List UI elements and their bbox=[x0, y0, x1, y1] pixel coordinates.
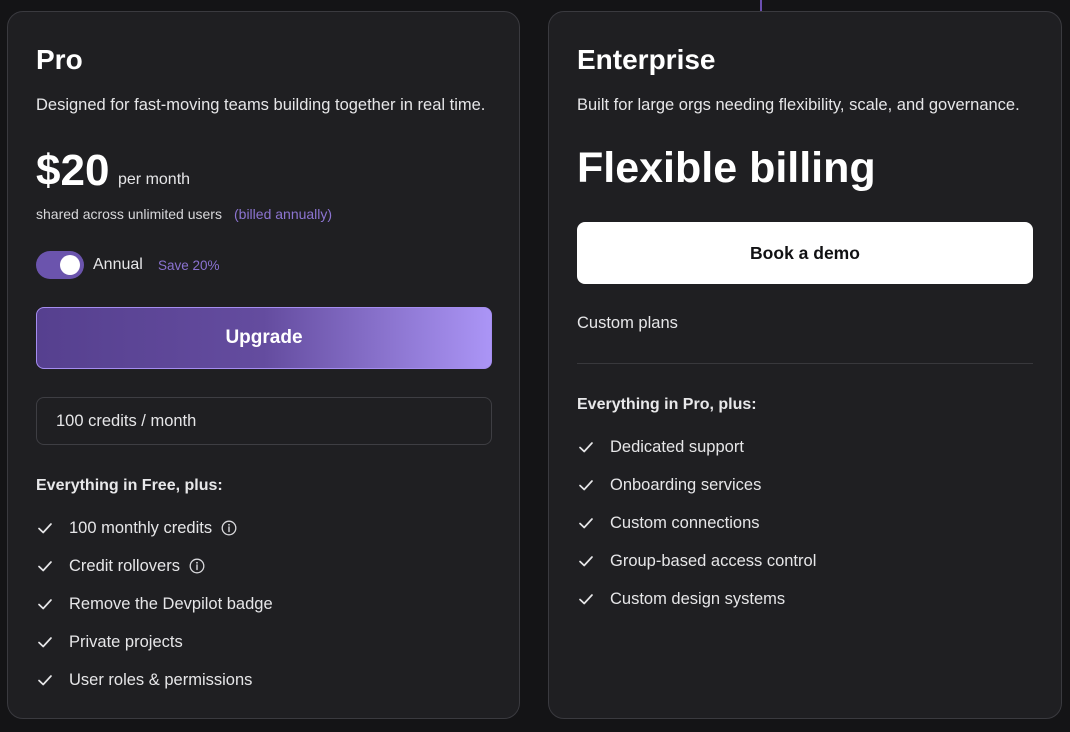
pro-price: $20 bbox=[36, 146, 110, 195]
enterprise-features-title: Everything in Pro, plus: bbox=[577, 396, 757, 413]
enterprise-price: Flexible billing bbox=[577, 144, 876, 192]
annual-toggle-label: Annual bbox=[93, 256, 143, 273]
toggle-knob bbox=[60, 255, 80, 275]
list-item: Custom connections bbox=[577, 504, 816, 542]
credits-select-value: 100 credits / month bbox=[56, 411, 197, 430]
enterprise-features-list: Dedicated support Onboarding services Cu… bbox=[577, 428, 816, 618]
upgrade-button[interactable]: Upgrade bbox=[36, 307, 492, 369]
info-icon[interactable] bbox=[189, 558, 205, 574]
feature-label: Remove the Devpilot badge bbox=[69, 594, 273, 613]
list-item: User roles & permissions bbox=[36, 661, 273, 699]
check-icon bbox=[38, 637, 52, 648]
list-item: Credit rollovers bbox=[36, 547, 273, 585]
book-demo-button[interactable]: Book a demo bbox=[577, 222, 1033, 284]
check-icon bbox=[38, 599, 52, 610]
save-badge: Save 20% bbox=[158, 258, 220, 273]
pro-plan-description: Designed for fast-moving teams building … bbox=[36, 96, 486, 114]
pro-billed-annually: (billed annually) bbox=[234, 206, 333, 222]
check-icon bbox=[38, 523, 52, 534]
feature-label: Onboarding services bbox=[610, 475, 762, 494]
credits-select[interactable]: 100 credits / month bbox=[36, 397, 492, 445]
custom-plans-label: Custom plans bbox=[577, 314, 678, 332]
enterprise-plan-description: Built for large orgs needing flexibility… bbox=[577, 96, 1020, 114]
divider bbox=[577, 363, 1033, 364]
feature-label: Private projects bbox=[69, 632, 183, 651]
feature-label: Group-based access control bbox=[610, 551, 817, 570]
pro-shared-text: shared across unlimited users bbox=[36, 206, 222, 222]
enterprise-plan-title: Enterprise bbox=[577, 44, 716, 75]
feature-label: User roles & permissions bbox=[69, 670, 253, 689]
pro-plan-card: Pro Designed for fast-moving teams build… bbox=[7, 11, 520, 719]
list-item: Private projects bbox=[36, 623, 273, 661]
list-item: Onboarding services bbox=[577, 466, 816, 504]
list-item: Group-based access control bbox=[577, 542, 816, 580]
enterprise-plan-card: Enterprise Built for large orgs needing … bbox=[548, 11, 1062, 719]
feature-label: Dedicated support bbox=[610, 437, 744, 456]
check-icon bbox=[38, 675, 52, 686]
pro-features-list: 100 monthly credits Credit rollovers Rem… bbox=[36, 509, 273, 699]
feature-label: 100 monthly credits bbox=[69, 518, 213, 537]
pro-price-period: per month bbox=[118, 171, 191, 188]
check-icon bbox=[579, 480, 593, 491]
list-item: 100 monthly credits bbox=[36, 509, 273, 547]
feature-label: Custom connections bbox=[610, 513, 760, 532]
check-icon bbox=[579, 518, 593, 529]
check-icon bbox=[579, 556, 593, 567]
pro-features-title: Everything in Free, plus: bbox=[36, 477, 223, 494]
info-icon[interactable] bbox=[221, 520, 237, 536]
pricing-page: Pro Designed for fast-moving teams build… bbox=[0, 0, 1070, 732]
check-icon bbox=[579, 442, 593, 453]
feature-label: Credit rollovers bbox=[69, 556, 180, 575]
check-icon bbox=[579, 594, 593, 605]
check-icon bbox=[38, 561, 52, 572]
list-item: Custom design systems bbox=[577, 580, 816, 618]
feature-label: Custom design systems bbox=[610, 589, 786, 608]
list-item: Remove the Devpilot badge bbox=[36, 585, 273, 623]
pro-plan-title: Pro bbox=[36, 44, 83, 75]
list-item: Dedicated support bbox=[577, 428, 816, 466]
annual-billing-toggle[interactable] bbox=[36, 251, 84, 279]
